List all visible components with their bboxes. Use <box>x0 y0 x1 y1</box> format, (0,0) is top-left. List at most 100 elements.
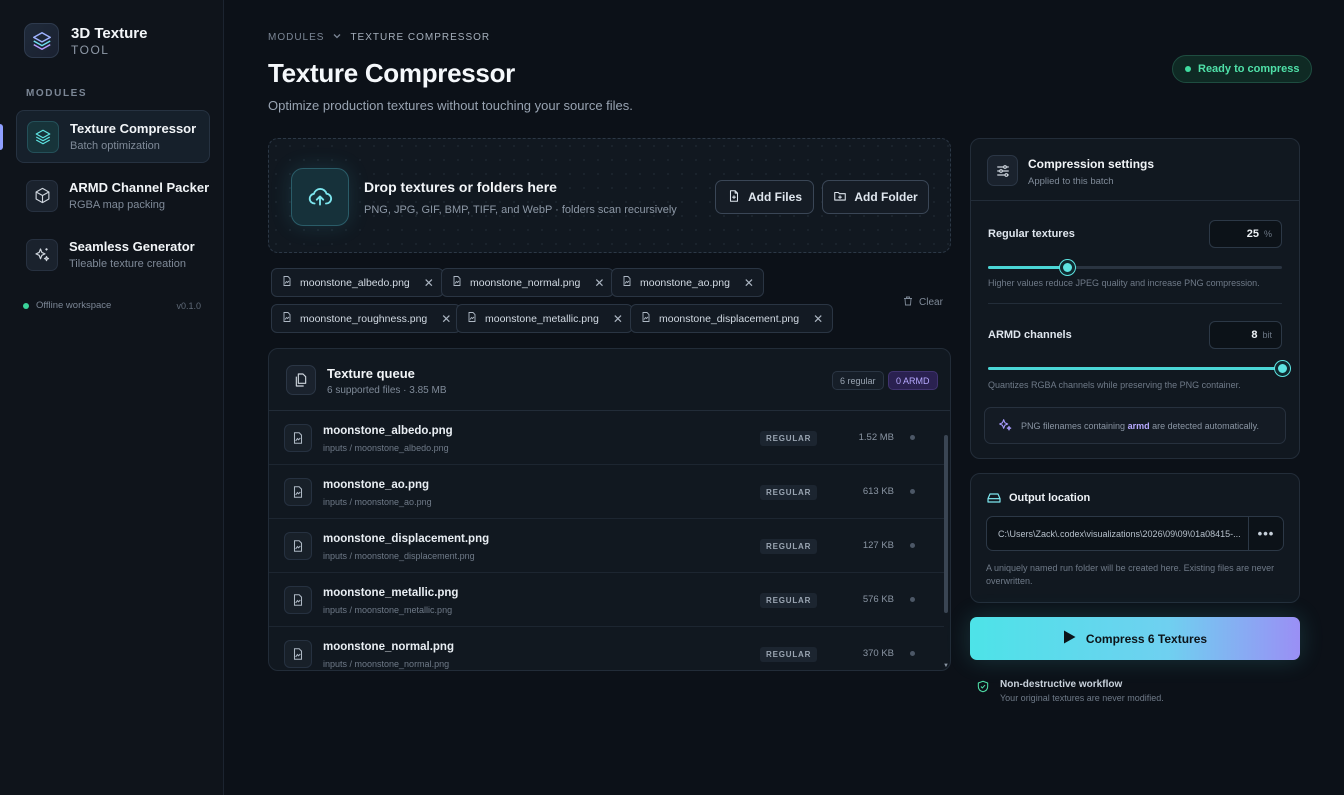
close-icon[interactable]: ✕ <box>813 312 823 326</box>
nav-item-texture-compressor[interactable]: Texture Compressor Batch optimization <box>16 110 210 163</box>
close-icon[interactable]: ✕ <box>613 312 623 326</box>
trash-icon <box>902 295 914 310</box>
file-size: 127 KB <box>862 540 894 551</box>
image-file-icon <box>640 311 652 326</box>
compress-button-label: Compress 6 Textures <box>1085 631 1208 646</box>
queue-list: moonstone_albedo.png inputs / moonstone_… <box>269 411 944 670</box>
file-name: moonstone_albedo.png <box>323 425 453 437</box>
add-folder-label: Add Folder <box>854 190 918 204</box>
file-path: inputs / moonstone_ao.png <box>323 497 432 507</box>
shield-check-icon <box>976 679 990 703</box>
sparkles-icon <box>997 417 1013 435</box>
table-row[interactable]: moonstone_metallic.png inputs / moonston… <box>269 573 944 627</box>
chevron-down-icon <box>332 31 342 44</box>
table-row[interactable]: moonstone_normal.png inputs / moonstone_… <box>269 627 944 670</box>
type-tag: REGULAR <box>760 593 818 608</box>
output-path-field[interactable]: C:\Users\Zack\.codex\visualizations\2026… <box>986 516 1284 551</box>
chip-label: moonstone_ao.png <box>640 276 730 289</box>
breadcrumb-current: TEXTURE COMPRESSOR <box>350 32 491 43</box>
table-row[interactable]: moonstone_ao.png inputs / moonstone_ao.p… <box>269 465 944 519</box>
table-row[interactable]: moonstone_albedo.png inputs / moonstone_… <box>269 411 944 465</box>
regular-textures-unit: % <box>1263 229 1272 239</box>
file-path: inputs / moonstone_metallic.png <box>323 605 453 615</box>
workspace-status-text: Offline workspace <box>36 300 112 311</box>
close-icon[interactable]: ✕ <box>441 312 451 326</box>
file-chip: moonstone_roughness.png ✕ <box>271 304 462 333</box>
file-chip: moonstone_metallic.png ✕ <box>456 304 633 333</box>
file-size: 370 KB <box>862 648 894 659</box>
file-path: inputs / moonstone_albedo.png <box>323 443 449 453</box>
file-chip: moonstone_displacement.png ✕ <box>630 304 834 333</box>
image-file-icon <box>466 311 478 326</box>
add-files-button[interactable]: Add Files <box>715 180 814 214</box>
armd-channels-slider[interactable] <box>988 361 1290 376</box>
queue-header: Texture queue 6 supported files · 3.85 M… <box>269 349 950 411</box>
settings-subtitle: Applied to this batch <box>1028 176 1114 187</box>
modules-label: MODULES <box>26 88 88 99</box>
note-text-before: PNG filenames containing <box>1021 420 1128 431</box>
settings-header: Compression settings Applied to this bat… <box>971 139 1299 201</box>
close-icon[interactable]: ✕ <box>594 276 604 290</box>
drop-zone[interactable]: Drop textures or folders here PNG, JPG, … <box>268 138 951 253</box>
file-size: 1.52 MB <box>858 432 894 443</box>
table-row[interactable]: moonstone_displacement.png inputs / moon… <box>269 519 944 573</box>
compression-settings-panel: Compression settings Applied to this bat… <box>970 138 1300 459</box>
status-dot <box>1185 66 1191 72</box>
compress-button[interactable]: Compress 6 Textures <box>970 617 1300 660</box>
nav-subtitle: RGBA map packing <box>69 198 165 211</box>
nav-title: Texture Compressor <box>70 120 197 136</box>
non-destructive-sub: Your original textures are never modifie… <box>1000 693 1164 703</box>
type-tag: REGULAR <box>760 539 818 554</box>
armd-channels-label: ARMD channels <box>988 329 1072 341</box>
close-icon[interactable]: ✕ <box>744 276 754 290</box>
chip-label: moonstone_albedo.png <box>300 276 410 289</box>
image-file-icon <box>281 275 293 290</box>
scroll-down-arrow-icon[interactable]: ▼ <box>943 663 949 669</box>
file-name: moonstone_metallic.png <box>323 587 459 599</box>
slider-thumb[interactable] <box>1060 260 1076 275</box>
drop-zone-title: Drop textures or folders here <box>364 179 557 195</box>
nav-title: Seamless Generator <box>69 238 195 254</box>
workspace-status: Offline workspace v0.1.0 <box>23 300 201 311</box>
armd-channels-unit: bit <box>1262 330 1272 340</box>
slider-thumb[interactable] <box>1275 361 1290 376</box>
page-subtitle: Optimize production textures without tou… <box>268 98 633 113</box>
status-badge-text: Ready to compress <box>1198 63 1300 75</box>
close-icon[interactable]: ✕ <box>424 276 434 290</box>
add-folder-button[interactable]: Add Folder <box>822 180 929 214</box>
queue-scrollbar[interactable] <box>944 435 948 613</box>
active-indicator <box>0 124 3 150</box>
nav-title: ARMD Channel Packer <box>69 179 210 195</box>
nav-subtitle: Tileable texture creation <box>69 257 186 270</box>
breadcrumb: MODULES TEXTURE COMPRESSOR <box>268 31 490 44</box>
type-tag: REGULAR <box>760 647 818 662</box>
armd-channels-value: 8 <box>1251 329 1258 341</box>
output-location-panel: Output location C:\Users\Zack\.codex\vis… <box>970 473 1300 603</box>
queue-summary: 6 supported files · 3.85 MB <box>327 385 447 396</box>
regular-textures-label: Regular textures <box>988 228 1075 240</box>
regular-textures-input[interactable]: 25 % <box>1209 220 1282 248</box>
brand: 3D Texture TOOL <box>24 23 147 58</box>
status-dot <box>910 597 915 602</box>
clear-button[interactable]: Clear <box>902 295 943 310</box>
add-files-label: Add Files <box>747 190 802 204</box>
note-keyword: armd <box>1127 420 1150 431</box>
nav-item-seamless-generator[interactable]: Seamless Generator Tileable texture crea… <box>16 228 210 281</box>
queue-title: Texture queue <box>327 366 415 381</box>
breadcrumb-root[interactable]: MODULES <box>268 32 324 43</box>
regular-textures-slider[interactable] <box>988 260 1282 275</box>
browse-more-button[interactable]: ••• <box>1248 517 1283 550</box>
armd-channels-input[interactable]: 8 bit <box>1209 321 1282 349</box>
status-dot <box>23 302 29 309</box>
nav-subtitle: Batch optimization <box>70 139 160 152</box>
image-file-icon <box>284 640 312 668</box>
image-file-icon <box>284 532 312 560</box>
file-name: moonstone_displacement.png <box>323 533 490 545</box>
file-path: inputs / moonstone_normal.png <box>323 659 450 669</box>
app-subtitle: TOOL <box>71 42 110 57</box>
regular-count-badge: 6 regular <box>832 371 884 390</box>
nav-item-armd-channel-packer[interactable]: ARMD Channel Packer RGBA map packing <box>16 169 210 222</box>
armd-detection-note: PNG filenames containing armd are detect… <box>984 407 1286 444</box>
status-dot <box>910 651 915 656</box>
status-badge: Ready to compress <box>1172 55 1313 83</box>
